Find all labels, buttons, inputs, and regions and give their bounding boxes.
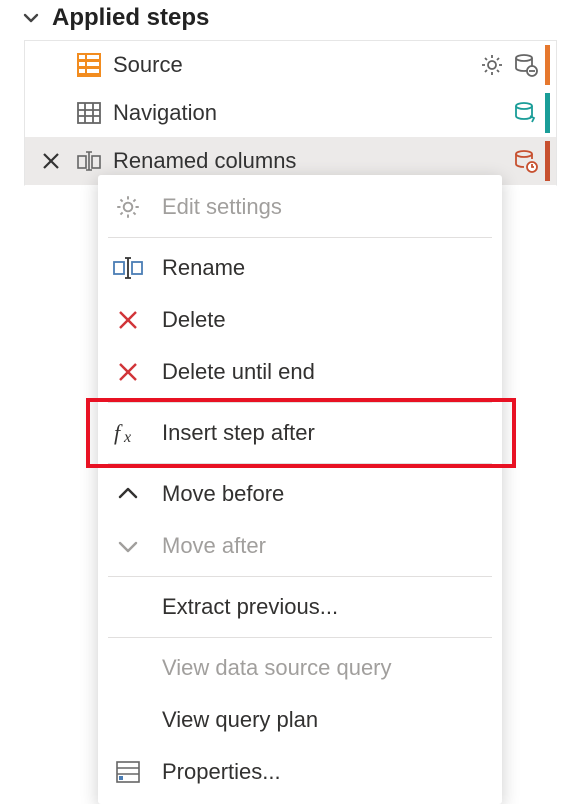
delete-x-icon (112, 356, 144, 388)
step-context-menu: Edit settings Rename Delete Delete until… (98, 175, 502, 804)
menu-label: View data source query (162, 655, 392, 681)
menu-label: View query plan (162, 707, 318, 733)
properties-icon (112, 756, 144, 788)
svg-text:x: x (123, 429, 131, 445)
rename-icon (112, 252, 144, 284)
menu-insert-step-after[interactable]: f x Insert step after (98, 407, 502, 459)
gear-icon[interactable] (477, 50, 507, 80)
menu-label: Move after (162, 533, 266, 559)
delete-step-icon[interactable] (37, 150, 65, 172)
blank-icon (112, 591, 144, 623)
menu-label: Rename (162, 255, 245, 281)
menu-view-query-plan[interactable]: View query plan (98, 694, 502, 746)
step-label: Navigation (113, 100, 501, 126)
menu-label: Move before (162, 481, 284, 507)
steps-list: Source (24, 40, 557, 186)
step-row-source[interactable]: Source (25, 41, 556, 89)
chevron-down-icon (20, 7, 42, 29)
menu-properties[interactable]: Properties... (98, 746, 502, 798)
menu-view-data-source-query: View data source query (98, 642, 502, 694)
menu-separator (108, 463, 492, 464)
gear-icon (112, 191, 144, 223)
menu-label: Delete until end (162, 359, 315, 385)
menu-label: Edit settings (162, 194, 282, 220)
fx-icon: f x (112, 417, 144, 449)
chevron-down-icon (112, 530, 144, 562)
menu-move-after: Move after (98, 520, 502, 572)
svg-text:f: f (114, 421, 123, 445)
menu-separator (108, 637, 492, 638)
step-label: Renamed columns (113, 148, 501, 174)
row-accent (545, 141, 550, 181)
menu-extract-previous[interactable]: Extract previous... (98, 581, 502, 633)
database-clock-icon[interactable] (511, 146, 541, 176)
menu-separator (108, 237, 492, 238)
delete-x-icon (112, 304, 144, 336)
menu-label: Delete (162, 307, 226, 333)
row-accent (545, 93, 550, 133)
step-label: Source (113, 52, 467, 78)
table-icon (75, 99, 103, 127)
menu-label: Insert step after (162, 420, 315, 446)
menu-move-before[interactable]: Move before (98, 468, 502, 520)
menu-label: Properties... (162, 759, 281, 785)
menu-delete-until-end[interactable]: Delete until end (98, 346, 502, 398)
menu-delete[interactable]: Delete (98, 294, 502, 346)
menu-separator (108, 402, 492, 403)
step-row-navigation[interactable]: Navigation (25, 89, 556, 137)
panel-title: Applied steps (52, 4, 209, 32)
database-remove-icon[interactable] (511, 50, 541, 80)
rename-column-icon (75, 147, 103, 175)
menu-edit-settings: Edit settings (98, 181, 502, 233)
row-accent (545, 45, 550, 85)
menu-label: Extract previous... (162, 594, 338, 620)
chevron-up-icon (112, 478, 144, 510)
applied-steps-header[interactable]: Applied steps (0, 0, 581, 40)
table-source-icon (75, 51, 103, 79)
blank-icon (112, 704, 144, 736)
menu-separator (108, 576, 492, 577)
menu-rename[interactable]: Rename (98, 242, 502, 294)
database-refresh-icon[interactable] (511, 98, 541, 128)
blank-icon (112, 652, 144, 684)
